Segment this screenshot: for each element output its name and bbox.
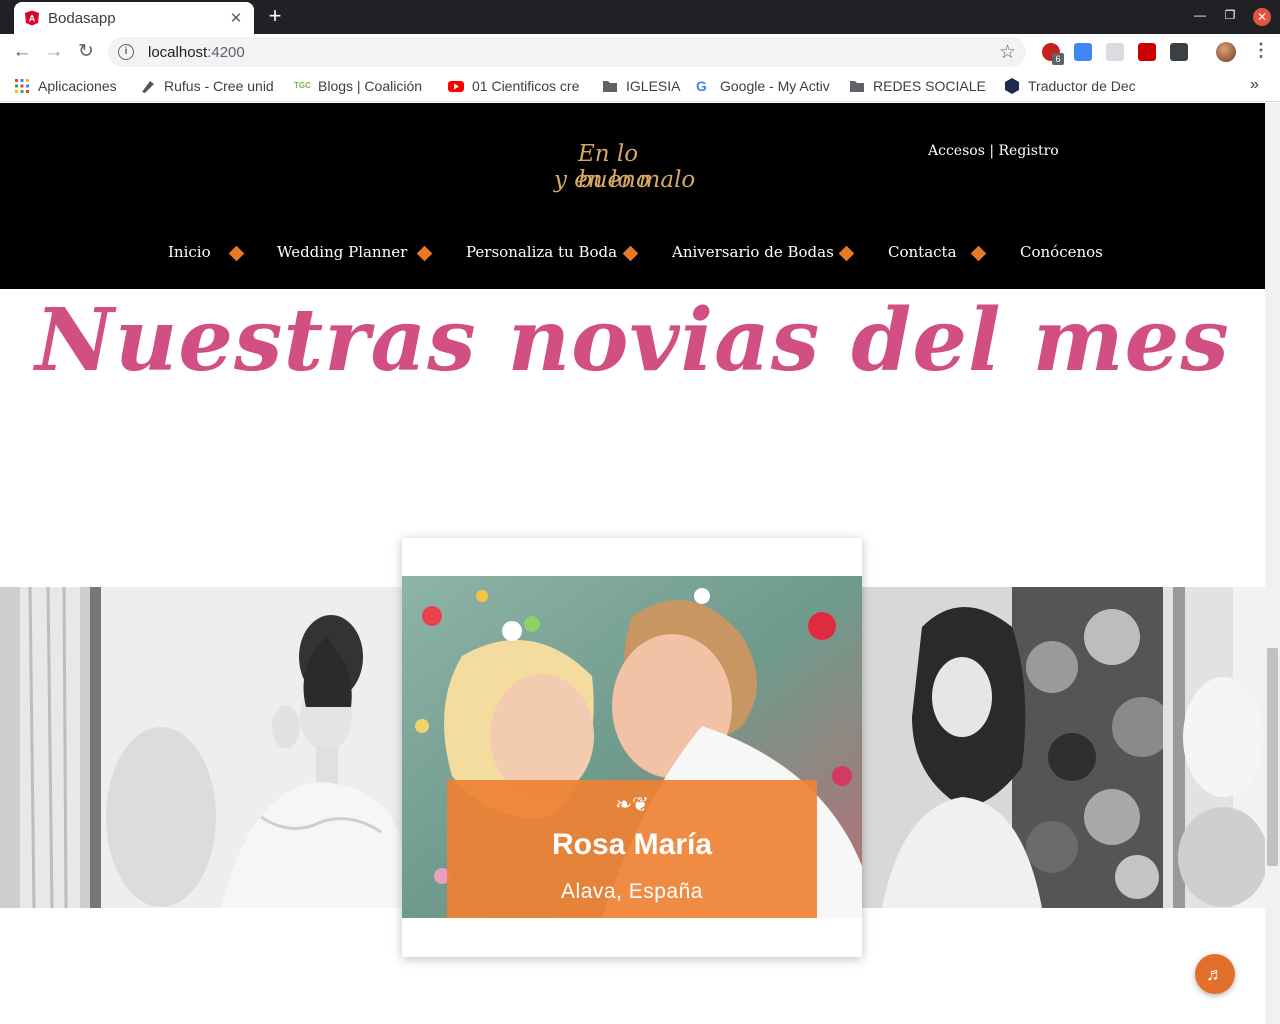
bookmark-redes-sociales[interactable]: REDES SOCIALES bbox=[849, 76, 987, 96]
music-note-button[interactable]: ♬ bbox=[1195, 954, 1235, 994]
angular-icon: A bbox=[25, 10, 39, 26]
menu-separator-diamond bbox=[622, 245, 639, 262]
bookmark-iglesia[interactable]: IGLESIA bbox=[602, 76, 684, 96]
bookmark-cientificos[interactable]: 01 Cientificos cre bbox=[448, 76, 586, 96]
bookmark-traductor[interactable]: Traductor de Dec bbox=[1004, 76, 1142, 96]
page-title: Nuestras novias del mes bbox=[35, 290, 1230, 391]
browser-menu-icon[interactable]: ⋮ bbox=[1252, 40, 1270, 61]
gallery-photo-left[interactable] bbox=[101, 587, 402, 908]
menu-item-inicio[interactable]: Inicio bbox=[168, 243, 211, 261]
page-scrollbar-thumb[interactable] bbox=[1267, 648, 1278, 866]
menu-separator-diamond bbox=[228, 245, 245, 262]
url-port: :4200 bbox=[207, 43, 245, 61]
info-icon[interactable]: i bbox=[118, 44, 134, 60]
profile-avatar[interactable] bbox=[1216, 42, 1236, 62]
main-menu: Inicio Wedding Planner Personaliza tu Bo… bbox=[0, 243, 1265, 267]
login-link[interactable]: Accesos bbox=[928, 143, 985, 159]
x-extension-icon[interactable] bbox=[1170, 43, 1188, 61]
new-tab-button[interactable]: + bbox=[264, 5, 286, 27]
bookmark-label: REDES SOCIALES bbox=[873, 78, 987, 94]
minimize-icon[interactable]: — bbox=[1192, 8, 1208, 22]
bookmark-blogs[interactable]: TGC Blogs | Coalición bbox=[294, 76, 432, 96]
browser-toolbar: ← → ↻ i localhost:4200 ☆ 6 ⋮ bbox=[0, 34, 1280, 70]
bookmark-apps[interactable]: Aplicaciones bbox=[14, 76, 130, 96]
folder-icon bbox=[850, 81, 864, 92]
bookmark-star-icon[interactable]: ☆ bbox=[999, 41, 1016, 64]
cast-extension-icon[interactable] bbox=[1106, 43, 1124, 61]
bookmark-google-activity[interactable]: G Google - My Activ bbox=[696, 76, 834, 96]
close-window-icon[interactable]: ✕ bbox=[1253, 8, 1271, 26]
page-scrollbar-track[interactable] bbox=[1265, 103, 1280, 1024]
url-host: localhost bbox=[148, 43, 208, 61]
folder-icon bbox=[603, 81, 617, 92]
menu-separator-diamond bbox=[838, 245, 855, 262]
rufus-icon bbox=[142, 81, 154, 93]
bride-location: Alava, España bbox=[561, 880, 703, 903]
bookmark-label: Blogs | Coalición bbox=[318, 78, 423, 94]
pen-extension-icon[interactable] bbox=[1138, 43, 1156, 61]
translator-icon bbox=[1005, 78, 1019, 94]
featured-caption-box: ❧❦ Rosa María Alava, España bbox=[447, 780, 817, 918]
browser-tab[interactable]: A Bodasapp ✕ bbox=[14, 2, 254, 34]
bride-photo-image bbox=[1163, 587, 1265, 908]
gallery-photo-far-left[interactable] bbox=[0, 587, 101, 908]
bride-photo-image bbox=[101, 587, 402, 908]
site-header: En lo bueno y en lo malo Accesos | Regis… bbox=[0, 103, 1265, 289]
back-icon[interactable]: ← bbox=[10, 40, 34, 64]
ornament-icon: ❧❦ bbox=[615, 794, 649, 816]
auth-separator: | bbox=[984, 143, 999, 159]
bride-photo-image bbox=[0, 587, 101, 908]
menu-item-conocenos[interactable]: Conócenos bbox=[1020, 243, 1103, 261]
apps-grid-icon bbox=[15, 79, 29, 93]
tgc-icon: TGC bbox=[294, 81, 311, 90]
auth-links: Accesos | Registro bbox=[928, 143, 1059, 159]
restore-icon[interactable]: ❐ bbox=[1222, 8, 1238, 22]
translate-extension-icon[interactable] bbox=[1074, 43, 1092, 61]
forward-icon[interactable]: → bbox=[42, 40, 66, 64]
bookmark-label: IGLESIA bbox=[626, 78, 681, 94]
featured-couple-photo: ❧❦ Rosa María Alava, España bbox=[402, 576, 862, 918]
gallery-photo-far-right[interactable] bbox=[1163, 587, 1265, 908]
bookmark-label: Google - My Activ bbox=[720, 78, 830, 94]
address-bar[interactable]: i localhost:4200 ☆ bbox=[108, 37, 1026, 67]
menu-item-aniversario[interactable]: Aniversario de Bodas bbox=[672, 243, 834, 261]
bookmark-label: 01 Cientificos cre bbox=[472, 78, 580, 94]
bookmarks-bar: Aplicaciones Rufus - Cree unid TGC Blogs… bbox=[0, 70, 1280, 102]
featured-bride-card[interactable]: ❧❦ Rosa María Alava, España bbox=[402, 538, 862, 957]
browser-tab-bar: A Bodasapp ✕ + — ❐ ✕ bbox=[0, 0, 1280, 34]
tab-title: Bodasapp bbox=[48, 9, 116, 27]
google-icon: G bbox=[696, 78, 707, 94]
gallery-photo-right[interactable] bbox=[862, 587, 1163, 908]
extension-badge: 6 bbox=[1052, 53, 1064, 65]
menu-item-personaliza[interactable]: Personaliza tu Boda bbox=[466, 243, 617, 261]
bookmark-label: Aplicaciones bbox=[38, 78, 117, 94]
menu-item-contacta[interactable]: Contacta bbox=[888, 243, 957, 261]
menu-separator-diamond bbox=[416, 245, 433, 262]
site-logo[interactable]: En lo bueno y en lo malo bbox=[548, 135, 708, 215]
bride-name: Rosa María bbox=[551, 828, 713, 861]
menu-item-wedding-planner[interactable]: Wedding Planner bbox=[277, 243, 407, 261]
logo-line-2: y en lo malo bbox=[554, 167, 696, 193]
youtube-icon bbox=[448, 81, 464, 92]
menu-separator-diamond bbox=[970, 245, 987, 262]
tab-close-icon[interactable]: ✕ bbox=[228, 9, 244, 27]
register-link[interactable]: Registro bbox=[999, 143, 1059, 159]
bookmark-rufus[interactable]: Rufus - Cree unid bbox=[140, 76, 278, 96]
bookmark-label: Rufus - Cree unid bbox=[164, 78, 274, 94]
bride-photo-image bbox=[862, 587, 1163, 908]
bookmarks-overflow-icon[interactable]: » bbox=[1250, 76, 1259, 94]
bookmark-label: Traductor de Dec bbox=[1028, 78, 1136, 94]
svg-text:A: A bbox=[29, 14, 36, 24]
reload-icon[interactable]: ↻ bbox=[74, 40, 98, 64]
